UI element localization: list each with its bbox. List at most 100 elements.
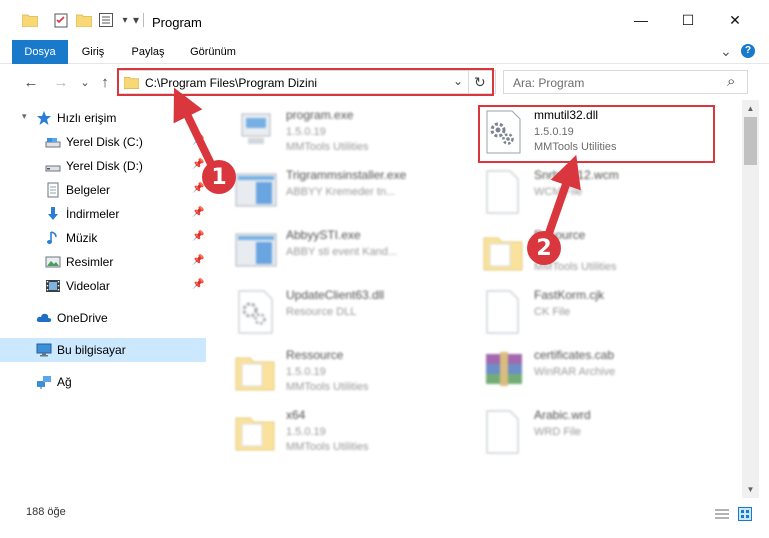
view-options-icon[interactable] bbox=[98, 12, 114, 28]
drive-icon bbox=[45, 158, 61, 174]
ribbon: Dosya Giriş Paylaş Görünüm ⌄ ? bbox=[0, 40, 769, 64]
search-icon[interactable]: ⌕ bbox=[727, 73, 735, 90]
sidebar-item-label: Resimler bbox=[66, 255, 114, 269]
winrar-icon bbox=[482, 348, 526, 398]
blank-file-icon bbox=[482, 288, 526, 338]
status-bar: 188 öğe bbox=[0, 500, 769, 538]
forward-button[interactable]: → bbox=[52, 73, 70, 91]
sidebar-item-local-disk-d[interactable]: Yerel Disk (D:) 📌 bbox=[0, 154, 206, 178]
file-item[interactable]: program.exe 1.5.0.19 MMTools Utilities bbox=[234, 108, 474, 168]
file-description: MMTools Utilities bbox=[286, 441, 369, 453]
sidebar-item-label: Yerel Disk (C:) bbox=[66, 135, 143, 149]
file-name: x64 bbox=[286, 408, 306, 422]
window-icon bbox=[234, 168, 278, 218]
documents-icon bbox=[45, 182, 61, 198]
tab-gorunum[interactable]: Görünüm bbox=[181, 40, 245, 64]
computer-icon bbox=[36, 342, 52, 358]
sidebar-item-label: OneDrive bbox=[57, 311, 108, 325]
help-icon[interactable]: ? bbox=[741, 44, 755, 58]
pin-icon[interactable]: 📌 bbox=[192, 255, 204, 266]
search-input[interactable]: Ara: Program ⌕ bbox=[503, 70, 748, 94]
sidebar-item-label: Yerel Disk (D:) bbox=[66, 159, 143, 173]
minimize-button[interactable]: — bbox=[618, 0, 664, 40]
file-item[interactable]: x64 1.5.0.19 MMTools Utilities bbox=[234, 408, 474, 468]
file-version: Resource DLL bbox=[286, 306, 357, 318]
pin-icon[interactable]: 📌 bbox=[192, 135, 204, 146]
back-button[interactable]: ← bbox=[22, 73, 40, 91]
tab-paylas[interactable]: Paylaş bbox=[124, 40, 172, 64]
maximize-button[interactable]: ☐ bbox=[665, 0, 711, 40]
file-item[interactable]: Resource MMTools Utilities bbox=[482, 228, 722, 288]
pin-icon[interactable]: 📌 bbox=[192, 159, 204, 170]
file-name: AbbyySTI.exe bbox=[286, 228, 361, 242]
vertical-scrollbar[interactable]: ▲ ▼ bbox=[742, 100, 759, 498]
pin-icon[interactable]: 📌 bbox=[192, 183, 204, 194]
file-item[interactable]: UpdateClient63.dll Resource DLL bbox=[234, 288, 474, 348]
step-1-badge: 1 bbox=[202, 160, 236, 194]
scroll-down-icon[interactable]: ▼ bbox=[742, 481, 759, 498]
title-bar: ▾ ▾ Program — ☐ ✕ bbox=[0, 0, 769, 40]
sidebar-item-local-disk-c[interactable]: Yerel Disk (C:) 📌 bbox=[0, 130, 206, 154]
sidebar-item-onedrive[interactable]: OneDrive bbox=[0, 306, 206, 330]
pictures-icon bbox=[45, 254, 61, 270]
file-highlight-box bbox=[478, 105, 715, 163]
file-version: WCM File bbox=[534, 186, 583, 198]
customize-toolbar-icon[interactable]: ▾ bbox=[128, 12, 144, 28]
sidebar-item-label: Müzik bbox=[66, 231, 98, 245]
new-folder-icon[interactable] bbox=[76, 12, 92, 28]
tab-giris[interactable]: Giriş bbox=[72, 40, 114, 64]
file-item[interactable]: certificates.cab WinRAR Archive bbox=[482, 348, 722, 408]
file-version: 1.5.0.19 bbox=[286, 426, 326, 438]
file-version: 1.5.0.19 bbox=[286, 366, 326, 378]
file-item[interactable]: Trigrammsinstaller.exe ABBYY Kremeder tn… bbox=[234, 168, 474, 228]
recent-locations-button[interactable]: ⌄ bbox=[76, 73, 94, 91]
sidebar-item-videos[interactable]: Videolar 📌 bbox=[0, 274, 206, 298]
window-icon bbox=[234, 228, 278, 278]
item-count: 188 öğe bbox=[26, 506, 66, 518]
exe-icon bbox=[234, 108, 278, 158]
sidebar-item-quick-access[interactable]: ▾ Hızlı erişim bbox=[0, 106, 206, 130]
address-highlight-box bbox=[117, 68, 494, 96]
sidebar-item-this-pc[interactable]: Bu bilgisayar bbox=[0, 338, 206, 362]
pin-icon[interactable]: 📌 bbox=[192, 279, 204, 290]
sidebar-item-documents[interactable]: Belgeler 📌 bbox=[0, 178, 206, 202]
file-item[interactable]: Arabic.wrd WRD File bbox=[482, 408, 722, 468]
music-icon bbox=[45, 230, 61, 246]
sidebar-item-pictures[interactable]: Resimler 📌 bbox=[0, 250, 206, 274]
videos-icon bbox=[45, 278, 61, 294]
file-description: MMTools Utilities bbox=[286, 141, 369, 153]
folder-doc-icon bbox=[482, 228, 526, 278]
file-item[interactable]: FastKorm.cjk CK File bbox=[482, 288, 722, 348]
file-name: Arabic.wrd bbox=[534, 408, 591, 422]
blank-file-icon bbox=[482, 408, 526, 458]
drive-icon bbox=[45, 134, 61, 150]
expand-arrow-icon[interactable]: ▾ bbox=[22, 111, 27, 122]
sidebar-item-label: Videolar bbox=[66, 279, 110, 293]
file-name: certificates.cab bbox=[534, 348, 615, 362]
scroll-up-icon[interactable]: ▲ bbox=[742, 100, 759, 117]
tiles-view-icon[interactable] bbox=[738, 507, 752, 524]
pin-icon[interactable]: 📌 bbox=[192, 231, 204, 242]
star-icon bbox=[36, 110, 52, 126]
close-button[interactable]: ✕ bbox=[712, 0, 758, 40]
sidebar-item-label: İndirmeler bbox=[66, 207, 120, 221]
file-item[interactable]: Ressource 1.5.0.19 MMTools Utilities bbox=[234, 348, 474, 408]
details-view-icon[interactable] bbox=[715, 508, 729, 523]
tab-dosya[interactable]: Dosya bbox=[12, 40, 68, 64]
pin-icon[interactable]: 📌 bbox=[192, 207, 204, 218]
scroll-thumb[interactable] bbox=[744, 117, 757, 165]
up-button[interactable]: ↑ bbox=[96, 73, 114, 91]
file-version: WinRAR Archive bbox=[534, 366, 616, 378]
title-divider bbox=[143, 13, 144, 27]
sidebar-item-network[interactable]: Ağ bbox=[0, 370, 206, 394]
sidebar-item-music[interactable]: Müzik 📌 bbox=[0, 226, 206, 250]
file-item[interactable]: AbbyySTI.exe ABBY sti event Kand... bbox=[234, 228, 474, 288]
folder-doc-icon bbox=[234, 408, 278, 458]
file-description: MMTools Utilities bbox=[286, 381, 369, 393]
expand-ribbon-icon[interactable]: ⌄ bbox=[720, 43, 732, 60]
properties-icon[interactable] bbox=[53, 12, 69, 28]
file-name: UpdateClient63.dll bbox=[286, 288, 385, 302]
file-item[interactable]: Snrh...P12.wcm WCM File bbox=[482, 168, 722, 228]
sidebar-item-downloads[interactable]: İndirmeler 📌 bbox=[0, 202, 206, 226]
file-name: Snrh...P12.wcm bbox=[534, 168, 619, 182]
